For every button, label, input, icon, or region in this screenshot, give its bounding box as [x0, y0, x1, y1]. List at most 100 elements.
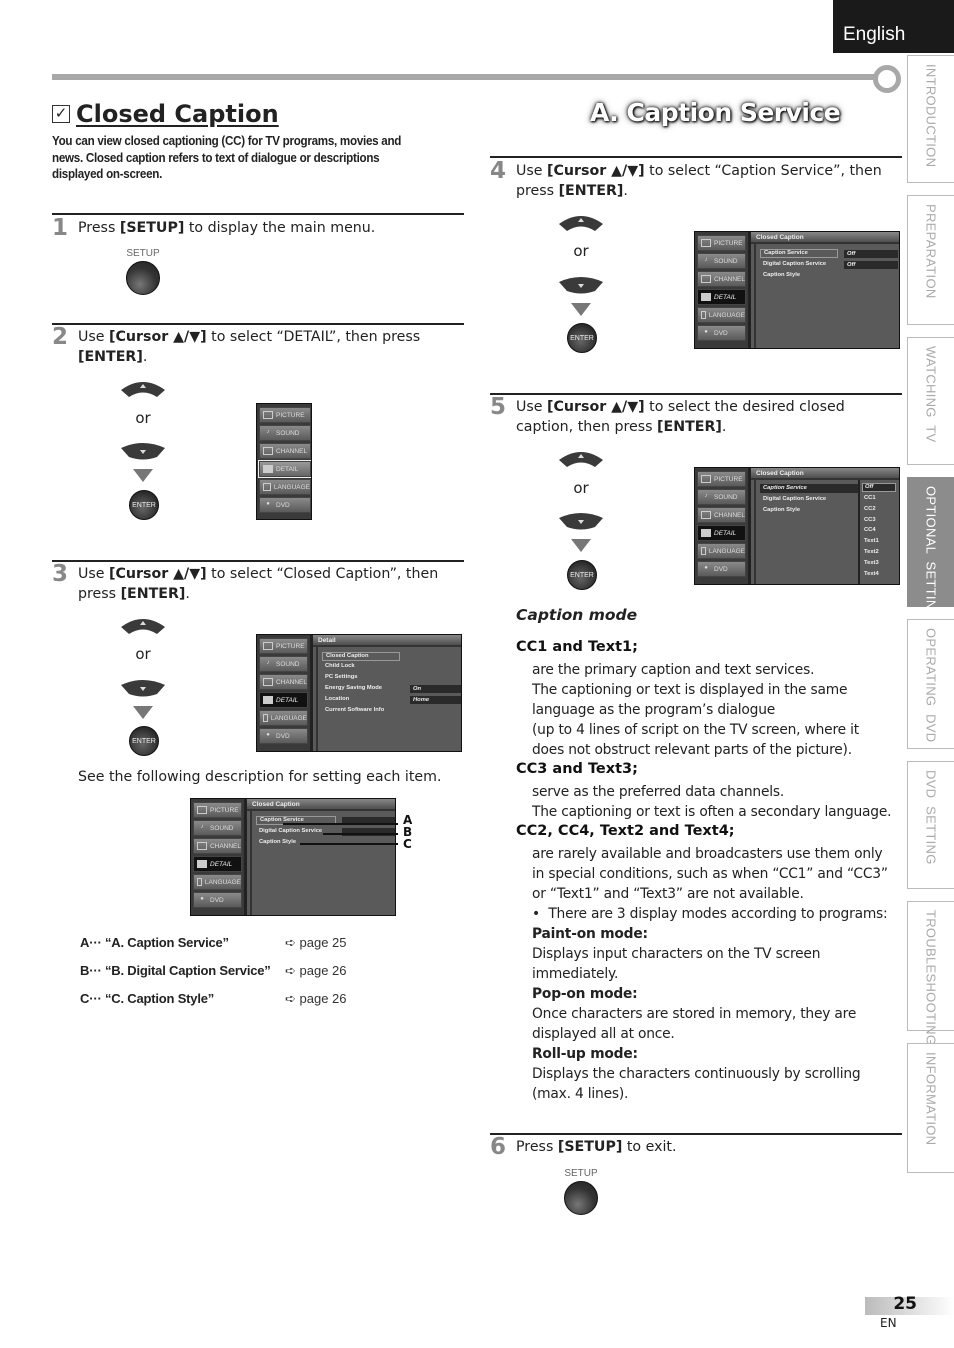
side-tab-introduction[interactable]: INTRODUCTION [907, 55, 954, 183]
side-tab-label: WATCHING TV [923, 346, 939, 443]
tv-item-label: CHANNEL [209, 842, 241, 850]
or-label: or [135, 645, 151, 663]
text-line: (up to 4 lines of script on the TV scree… [532, 722, 859, 738]
tv-menu-item-picture: PICTURE [697, 471, 746, 487]
tv-row-digital-caption-service: Digital Caption Service [763, 496, 827, 502]
or-label: or [135, 409, 151, 427]
tv-menu-item-dvd: ● DVD [259, 497, 311, 513]
side-tab-operating-dvd[interactable]: OPERATING DVD [907, 619, 954, 749]
tv-menu-item-sound: ♪ SOUND [193, 820, 242, 836]
side-tab-optional-setting[interactable]: OPTIONAL SETTING [907, 477, 954, 620]
tv-menu-item-language: LANGUAGE [259, 479, 311, 495]
arrow-down-icon [571, 539, 591, 552]
tv-menu-item-detail: DETAIL [697, 289, 746, 305]
tv-menu-closed-caption-overview: PICTURE ♪ SOUND CHANNEL DETAIL LANGUAGE ●… [190, 798, 396, 916]
tv-row-closed-caption: Closed Caption [322, 652, 400, 661]
cursor-up-button-icon [121, 619, 165, 634]
tv-option-cc1: CC1 [864, 495, 876, 501]
side-tab-watching-tv[interactable]: WATCHING TV [907, 337, 954, 465]
tv-menu-item-sound: ♪ SOUND [697, 253, 746, 269]
tv-panel-title: Closed Caption [751, 468, 899, 480]
side-tab-preparation[interactable]: PREPARATION [907, 195, 954, 325]
dvd-icon: ● [704, 565, 708, 571]
leader-line-a [283, 823, 398, 825]
side-tab-troubleshooting[interactable]: TROUBLESHOOTING [907, 901, 954, 1045]
step-number: 2 [52, 324, 69, 350]
header-ring-icon [873, 65, 901, 93]
tv-value-digital-caption-service: Off [844, 261, 898, 269]
tv-item-label: DVD [714, 565, 728, 573]
tv-item-label: PICTURE [276, 411, 305, 419]
step-text-part: to select “DETAIL”, then press [206, 329, 421, 345]
tv-item-label: DVD [276, 732, 290, 740]
step-text-part: Use [516, 163, 548, 179]
step-4-text: Use [Cursor ▲/▼] to select “Caption Serv… [516, 161, 896, 201]
picture-icon [197, 806, 207, 814]
tv-option-cc4: CC4 [864, 527, 876, 533]
side-tab-information[interactable]: INFORMATION [907, 1043, 954, 1173]
page-link[interactable]: ➪ page 26 [285, 963, 347, 979]
language-icon [701, 547, 706, 555]
tv-row-digital-caption-service: Digital Caption Service [763, 261, 827, 267]
reference-row-c: C··· “C. Caption Style” ➪ page 26 [80, 991, 347, 1007]
text-line: are rarely available and broadcasters us… [532, 846, 883, 862]
bullet-line: • There are 3 display modes according to… [532, 904, 912, 924]
tv-item-label: PICTURE [276, 642, 305, 650]
enter-key: [ENTER] [120, 586, 186, 602]
cc3-description: serve as the preferred data channels. Th… [532, 782, 912, 822]
setup-button-icon [564, 1181, 598, 1215]
tv-menu-item-picture: PICTURE [259, 407, 311, 423]
enter-key: [ENTER] [78, 349, 143, 365]
step-divider [52, 560, 464, 562]
cursor-key: [Cursor ▲/▼] [547, 163, 645, 179]
step-text-part: Use [78, 566, 110, 582]
tv-menu-item-detail: DETAIL [697, 525, 746, 541]
tv-menu-item-channel: CHANNEL [697, 507, 746, 523]
tv-panel-title: Closed Caption [751, 232, 899, 244]
cursor-key: [Cursor ▲/▼] [109, 329, 207, 345]
enter-button-icon: ENTER [567, 560, 597, 590]
detail-icon [197, 860, 207, 868]
tv-row-software-info: Current Software Info [325, 707, 385, 713]
tv-menu-item-dvd: ● DVD [697, 561, 746, 577]
tv-item-label: DVD [276, 501, 290, 509]
tv-menu-closed-caption: PICTURE ♪ SOUND CHANNEL DETAIL LANGUAGE ●… [694, 231, 900, 349]
tv-row-caption-style: Caption Style [259, 839, 297, 845]
channel-icon [701, 511, 711, 519]
tv-row-pc-settings: PC Settings [325, 674, 358, 680]
cc1-heading: CC1 and Text1; [516, 639, 638, 655]
dvd-icon: ● [200, 896, 204, 902]
text-line: displayed all at once. [532, 1026, 675, 1042]
tv-menu-item-language: LANGUAGE [193, 874, 242, 890]
tv-value-caption-service: Off [844, 250, 898, 258]
page-link[interactable]: ➪ page 25 [285, 935, 347, 951]
step-number: 3 [52, 561, 69, 587]
tv-menu-caption-service-options: PICTURE ♪ SOUND CHANNEL DETAIL LANGUAGE ●… [694, 467, 900, 585]
tv-row-child-lock: Child Lock [325, 663, 355, 669]
paint-on-heading: Paint-on mode: [532, 926, 648, 942]
tv-menu-item-dvd: ● DVD [193, 892, 242, 908]
subsection-title: A. Caption Service [590, 98, 841, 127]
tv-item-label: DETAIL [714, 293, 737, 301]
step-text-part: Press [78, 220, 120, 236]
tv-row-caption-service: Caption Service [760, 484, 860, 493]
tv-menu-item-detail: DETAIL [259, 692, 308, 708]
tv-panel-title: Closed Caption [247, 799, 395, 811]
cc3-heading: CC3 and Text3; [516, 761, 638, 777]
cc2-heading: CC2, CC4, Text2 and Text4; [516, 823, 735, 839]
tv-item-label: DVD [210, 896, 224, 904]
text-line: immediately. [532, 966, 619, 982]
tv-menu-item-picture: PICTURE [193, 802, 242, 818]
tv-option-text1: Text1 [864, 538, 879, 544]
side-tab-dvd-setting[interactable]: DVD SETTING [907, 761, 954, 889]
step-number: 5 [490, 394, 507, 420]
tv-menu-item-language: LANGUAGE [697, 307, 746, 323]
tv-menu-item-dvd: ● DVD [259, 728, 308, 744]
side-tab-label: INFORMATION [923, 1052, 939, 1146]
tv-menu-item-sound: ♪ SOUND [259, 656, 308, 672]
tv-menu-item-channel: CHANNEL [259, 443, 311, 459]
tv-row-digital-caption-service: Digital Caption Service [259, 828, 323, 834]
label-c: C [403, 837, 412, 851]
page-link[interactable]: ➪ page 26 [285, 991, 347, 1007]
dvd-icon: ● [704, 329, 708, 335]
